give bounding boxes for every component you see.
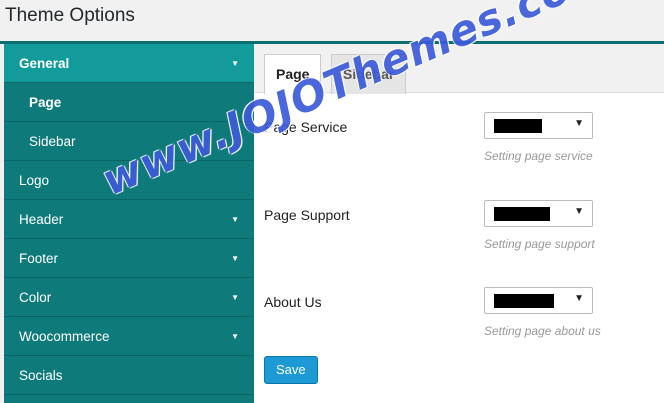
sidebar-item-header[interactable]: Header ▼: [4, 200, 254, 239]
sidebar-subitem-page[interactable]: Page: [4, 83, 254, 122]
page-support-hint: Setting page support: [484, 237, 595, 251]
select-value: [494, 294, 554, 308]
page-support-label: Page Support: [264, 207, 350, 223]
page-service-label: Page Service: [264, 119, 348, 135]
sidebar-subitem-sidebar[interactable]: Sidebar: [4, 122, 254, 161]
sidebar-item-footer[interactable]: Footer ▼: [4, 239, 254, 278]
about-us-hint: Setting page about us: [484, 324, 601, 338]
chevron-down-icon: ▼: [231, 59, 239, 68]
sidebar-item-socials[interactable]: Socials: [4, 356, 254, 395]
sidebar-item-label: Page: [29, 95, 62, 110]
options-sidebar: General ▼ Page Sidebar Logo Header ▼ Foo…: [4, 44, 254, 403]
page-support-select[interactable]: ▼: [484, 200, 593, 227]
about-us-label: About Us: [264, 294, 322, 310]
sidebar-item-logo[interactable]: Logo: [4, 161, 254, 200]
page-service-select[interactable]: ▼: [484, 112, 593, 139]
chevron-down-icon: ▼: [574, 118, 584, 129]
sidebar-item-color[interactable]: Color ▼: [4, 278, 254, 317]
sidebar-item-label: Logo: [19, 173, 50, 188]
tab-sidebar[interactable]: Sidebar: [331, 54, 407, 94]
sidebar-item-label: Footer: [19, 251, 59, 266]
chevron-down-icon: ▼: [574, 206, 584, 217]
save-button[interactable]: Save: [264, 356, 318, 384]
select-value: [494, 119, 542, 133]
chevron-down-icon: ▼: [574, 293, 584, 304]
chevron-down-icon: ▼: [231, 215, 239, 224]
sidebar-item-label: Woocommerce: [19, 329, 110, 344]
sidebar-item-label: General: [19, 56, 70, 71]
tab-page[interactable]: Page: [264, 54, 322, 94]
chevron-down-icon: ▼: [231, 293, 239, 302]
sidebar-item-label: Color: [19, 290, 52, 305]
sidebar-item-label: Header: [19, 212, 64, 227]
sidebar-item-general[interactable]: General ▼: [4, 44, 254, 83]
tab-bar: Page Sidebar: [254, 44, 664, 94]
page-title: Theme Options: [5, 5, 135, 26]
page-service-hint: Setting page service: [484, 149, 593, 163]
select-value: [494, 207, 550, 221]
sidebar-item-woocommerce[interactable]: Woocommerce ▼: [4, 317, 254, 356]
chevron-down-icon: ▼: [231, 254, 239, 263]
about-us-select[interactable]: ▼: [484, 287, 593, 314]
sidebar-item-label: Socials: [19, 368, 63, 383]
options-content: Page Sidebar Page Service ▼ Setting page…: [254, 44, 664, 403]
sidebar-item-label: Sidebar: [29, 134, 76, 149]
chevron-down-icon: ▼: [231, 332, 239, 341]
